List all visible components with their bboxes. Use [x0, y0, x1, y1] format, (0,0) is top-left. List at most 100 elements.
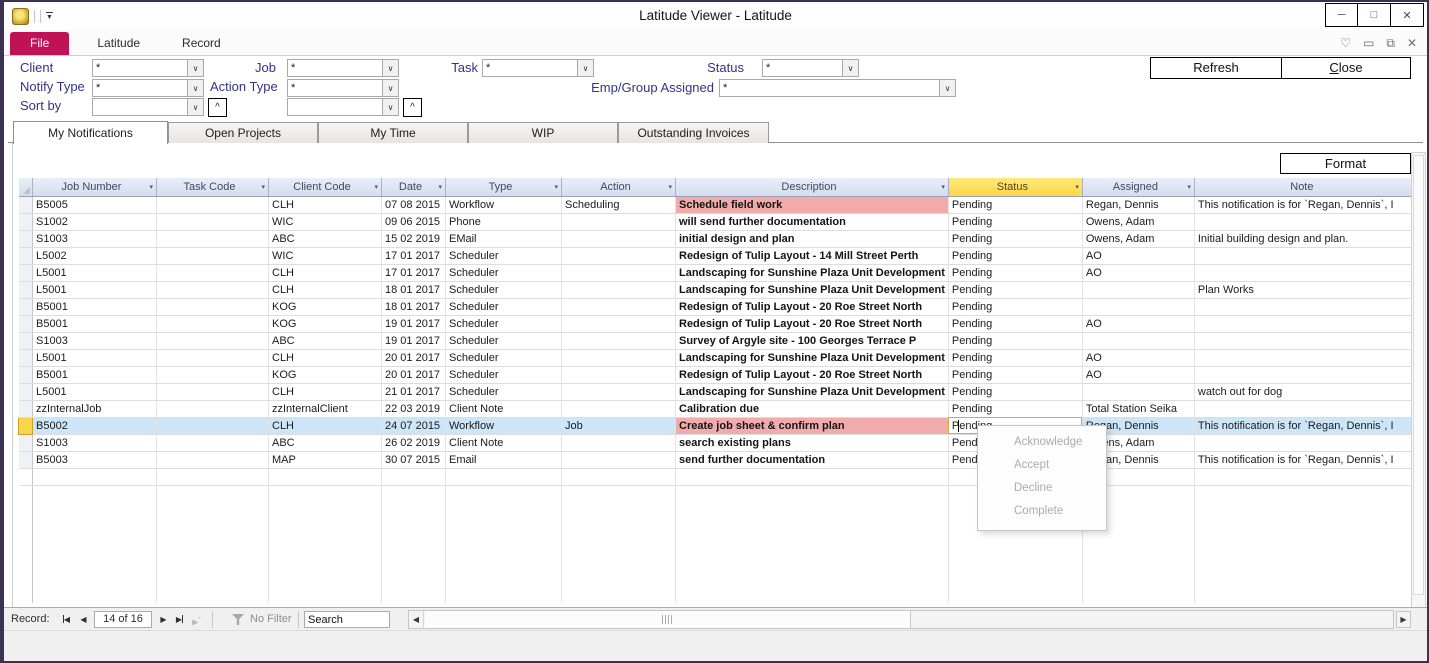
- tab-my-notifications[interactable]: My Notifications: [13, 121, 168, 144]
- cell-job_number[interactable]: L5001: [33, 383, 157, 400]
- cell-client_code[interactable]: ABC: [269, 434, 382, 451]
- chevron-down-icon[interactable]: ∨: [187, 80, 203, 96]
- menu-item-accept[interactable]: Accept: [978, 454, 1106, 477]
- tab-wip[interactable]: WIP: [468, 122, 618, 143]
- cell-task_code[interactable]: [157, 298, 269, 315]
- cell-assigned[interactable]: AO: [1082, 366, 1194, 383]
- sort-filter-arrow-icon[interactable]: ▾: [1187, 183, 1191, 191]
- close-button[interactable]: ✕: [1391, 3, 1424, 27]
- ribbon-tab-file[interactable]: File: [10, 32, 69, 55]
- record-position[interactable]: 14 of 16: [94, 611, 152, 628]
- table-row[interactable]: L5001CLH17 01 2017SchedulerLandscaping f…: [19, 264, 1416, 281]
- cell-note[interactable]: [1194, 247, 1415, 264]
- cell-type[interactable]: Client Note: [446, 400, 562, 417]
- cell-status[interactable]: Pending: [948, 349, 1082, 366]
- cell-client_code[interactable]: zzInternalClient: [269, 400, 382, 417]
- table-row[interactable]: L5001CLH18 01 2017SchedulerLandscaping f…: [19, 281, 1416, 298]
- cell-status[interactable]: Pending: [948, 315, 1082, 332]
- column-header-type[interactable]: Type▾: [446, 178, 562, 196]
- cell-note[interactable]: [1194, 366, 1415, 383]
- cell-date[interactable]: 20 01 2017: [382, 366, 446, 383]
- cell-task_code[interactable]: [157, 315, 269, 332]
- next-record-button[interactable]: ▶: [156, 612, 171, 627]
- cell-note[interactable]: [1194, 213, 1415, 230]
- table-row[interactable]: S1003ABC19 01 2017SchedulerSurvey of Arg…: [19, 332, 1416, 349]
- row-selector[interactable]: [19, 451, 33, 468]
- row-selector[interactable]: [19, 298, 33, 315]
- cell-task_code[interactable]: [157, 213, 269, 230]
- last-record-button[interactable]: ▶: [172, 612, 187, 627]
- cell-assigned[interactable]: AO: [1082, 349, 1194, 366]
- table-row[interactable]: B5005CLH07 08 2015WorkflowSchedulingSche…: [19, 196, 1416, 213]
- row-selector[interactable]: [19, 400, 33, 417]
- menu-item-complete[interactable]: Complete: [978, 500, 1106, 523]
- cell-status[interactable]: Pending: [948, 400, 1082, 417]
- sort-filter-arrow-icon[interactable]: ▾: [554, 183, 558, 191]
- row-selector[interactable]: [19, 196, 33, 213]
- cell-client_code[interactable]: CLH: [269, 264, 382, 281]
- first-record-button[interactable]: ◀: [59, 612, 74, 627]
- cell-client_code[interactable]: WIC: [269, 213, 382, 230]
- table-row[interactable]: zzInternalJob zzInternalClient22 03 2019C…: [19, 400, 1416, 417]
- new-record-button[interactable]: ▶*: [189, 612, 204, 627]
- cell-action[interactable]: [562, 315, 676, 332]
- cell-status[interactable]: Pending: [948, 196, 1082, 213]
- column-header-job_number[interactable]: Job Number▾: [33, 178, 157, 196]
- cell-date[interactable]: 15 02 2019: [382, 230, 446, 247]
- cell-assigned[interactable]: AO: [1082, 264, 1194, 281]
- cell-job_number[interactable]: L5001: [33, 264, 157, 281]
- cell-note[interactable]: [1194, 315, 1415, 332]
- chevron-down-icon[interactable]: ∨: [382, 60, 398, 76]
- maximize-button[interactable]: □: [1358, 3, 1391, 27]
- cell-job_number[interactable]: B5003: [33, 451, 157, 468]
- cell-note[interactable]: This notification is for `Regan, Dennis`…: [1194, 196, 1415, 213]
- cell-assigned[interactable]: [1082, 298, 1194, 315]
- cell-status[interactable]: Pending: [948, 298, 1082, 315]
- cell-job_number[interactable]: L5001: [33, 281, 157, 298]
- cell-job_number[interactable]: B5001: [33, 298, 157, 315]
- cell-action[interactable]: [562, 400, 676, 417]
- chevron-down-icon[interactable]: ∨: [187, 99, 203, 115]
- cell-action[interactable]: [562, 434, 676, 451]
- cell-status[interactable]: Pending: [948, 247, 1082, 264]
- cell-date[interactable]: 17 01 2017: [382, 247, 446, 264]
- row-selector[interactable]: [19, 349, 33, 366]
- previous-record-button[interactable]: ◀: [76, 612, 91, 627]
- table-row[interactable]: S1003ABC15 02 2019EMailinitial design an…: [19, 230, 1416, 247]
- client-combobox[interactable]: * ∨: [92, 59, 204, 77]
- cell-job_number[interactable]: B5002: [33, 417, 157, 434]
- cell-type[interactable]: Scheduler: [446, 332, 562, 349]
- cell-type[interactable]: Scheduler: [446, 281, 562, 298]
- cell-client_code[interactable]: CLH: [269, 196, 382, 213]
- cell-client_code[interactable]: CLH: [269, 383, 382, 400]
- cell-type[interactable]: Phone: [446, 213, 562, 230]
- cell-job_number[interactable]: zzInternalJob: [33, 400, 157, 417]
- cell-type[interactable]: Email: [446, 451, 562, 468]
- cell-description[interactable]: Landscaping for Sunshine Plaza Unit Deve…: [676, 281, 949, 298]
- notify-type-combobox[interactable]: * ∨: [92, 79, 204, 97]
- ribbon-tab-record[interactable]: Record: [168, 32, 235, 55]
- window-close-icon[interactable]: ✕: [1407, 36, 1417, 50]
- refresh-button[interactable]: Refresh: [1150, 57, 1282, 79]
- sort-filter-arrow-icon[interactable]: ▾: [261, 183, 265, 191]
- cell-task_code[interactable]: [157, 264, 269, 281]
- menu-item-acknowledge[interactable]: Acknowledge: [978, 431, 1106, 454]
- cell-task_code[interactable]: [157, 332, 269, 349]
- row-selector[interactable]: [19, 383, 33, 400]
- search-input[interactable]: [304, 611, 390, 628]
- chevron-down-icon[interactable]: ∨: [187, 60, 203, 76]
- cell-client_code[interactable]: KOG: [269, 315, 382, 332]
- sort-by-combobox-1[interactable]: ∨: [92, 98, 204, 116]
- cell-date[interactable]: 19 01 2017: [382, 315, 446, 332]
- cell-date[interactable]: 07 08 2015: [382, 196, 446, 213]
- horizontal-scrollbar[interactable]: ◀: [408, 610, 1394, 629]
- cell-action[interactable]: [562, 298, 676, 315]
- cell-task_code[interactable]: [157, 451, 269, 468]
- cell-client_code[interactable]: ABC: [269, 332, 382, 349]
- cell-action[interactable]: [562, 281, 676, 298]
- cell-action[interactable]: [562, 383, 676, 400]
- cell-date[interactable]: 22 03 2019: [382, 400, 446, 417]
- table-row[interactable]: L5001CLH20 01 2017SchedulerLandscaping f…: [19, 349, 1416, 366]
- vertical-scrollbar[interactable]: [1411, 152, 1426, 608]
- cell-description[interactable]: Landscaping for Sunshine Plaza Unit Deve…: [676, 264, 949, 281]
